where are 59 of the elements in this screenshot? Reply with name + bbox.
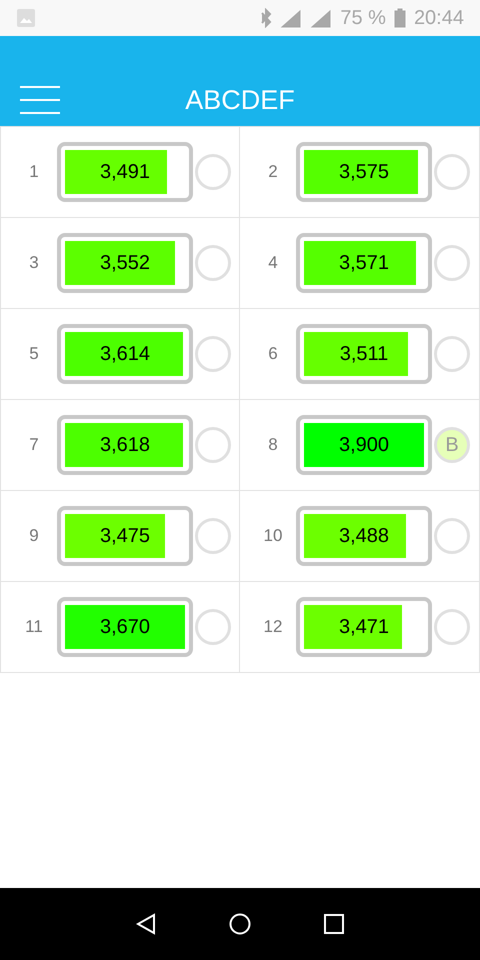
battery-icon [394,8,406,28]
signal-icon [310,8,332,28]
cell-number: 7 [28,435,40,455]
cell-number: 2 [267,162,279,182]
cell-number: 9 [28,526,40,546]
grid-cell[interactable]: 9 3,475 [1,490,240,581]
status-circle[interactable] [195,336,231,372]
back-icon[interactable] [136,913,156,935]
cell-number: 6 [267,344,279,364]
status-circle[interactable] [195,245,231,281]
grid-cell[interactable]: 5 3,614 [1,308,240,399]
meter-reading: 3,475 [98,524,152,548]
status-circle[interactable] [434,154,470,190]
meter-reading: 3,471 [338,614,390,640]
recents-icon[interactable] [324,914,344,934]
status-circle[interactable] [434,609,470,645]
clock: 20:44 [414,6,464,30]
cell-number: 12 [262,617,284,637]
meter-reading: 3,900 [338,432,390,458]
grid-cell[interactable]: 2 3,575 [240,126,479,217]
battery-percent: 75 % [340,6,386,30]
grid-cell[interactable]: 12 3,471 [240,581,479,672]
status-circle[interactable] [434,336,470,372]
meter-reading: 3,488 [338,524,390,548]
grid-cell[interactable]: 11 3,670 [1,581,240,672]
status-circle[interactable] [434,518,470,554]
grid-cell[interactable]: 8 3,900 B [240,399,479,490]
grid-cell[interactable]: 7 3,618 [1,399,240,490]
menu-icon[interactable] [20,86,60,114]
cell-number: 8 [267,435,279,455]
cell-number: 5 [28,344,40,364]
status-circle[interactable] [195,518,231,554]
meter-reading: 3,511 [338,342,390,366]
image-icon [16,8,36,28]
app-title: ABCDEF [185,85,295,116]
meter-reading: 3,614 [98,342,152,366]
cell-number: 3 [28,253,40,273]
meter-reading: 3,670 [98,614,152,640]
cell-number: 4 [267,253,279,273]
meter-reading: 3,571 [338,250,390,276]
meter-reading: 3,491 [98,160,152,184]
status-circle[interactable] [195,609,231,645]
meter-reading: 3,552 [98,250,152,276]
signal-icon [280,8,302,28]
status-circle[interactable] [195,154,231,190]
cell-number: 1 [28,162,40,182]
grid-cell[interactable]: 1 3,491 [1,126,240,217]
grid-cell[interactable]: 3 3,552 [1,217,240,308]
cell-number: 10 [262,526,284,546]
grid-cell[interactable]: 4 3,571 [240,217,479,308]
cell-number: 11 [24,617,44,637]
grid-cell[interactable]: 10 3,488 [240,490,479,581]
status-circle[interactable] [434,245,470,281]
meter-reading: 3,618 [98,432,152,458]
status-circle[interactable] [195,427,231,463]
bluetooth-icon [260,8,272,28]
grid-cell[interactable]: 6 3,511 [240,308,479,399]
meter-reading: 3,575 [338,160,390,184]
home-icon[interactable] [228,913,251,935]
